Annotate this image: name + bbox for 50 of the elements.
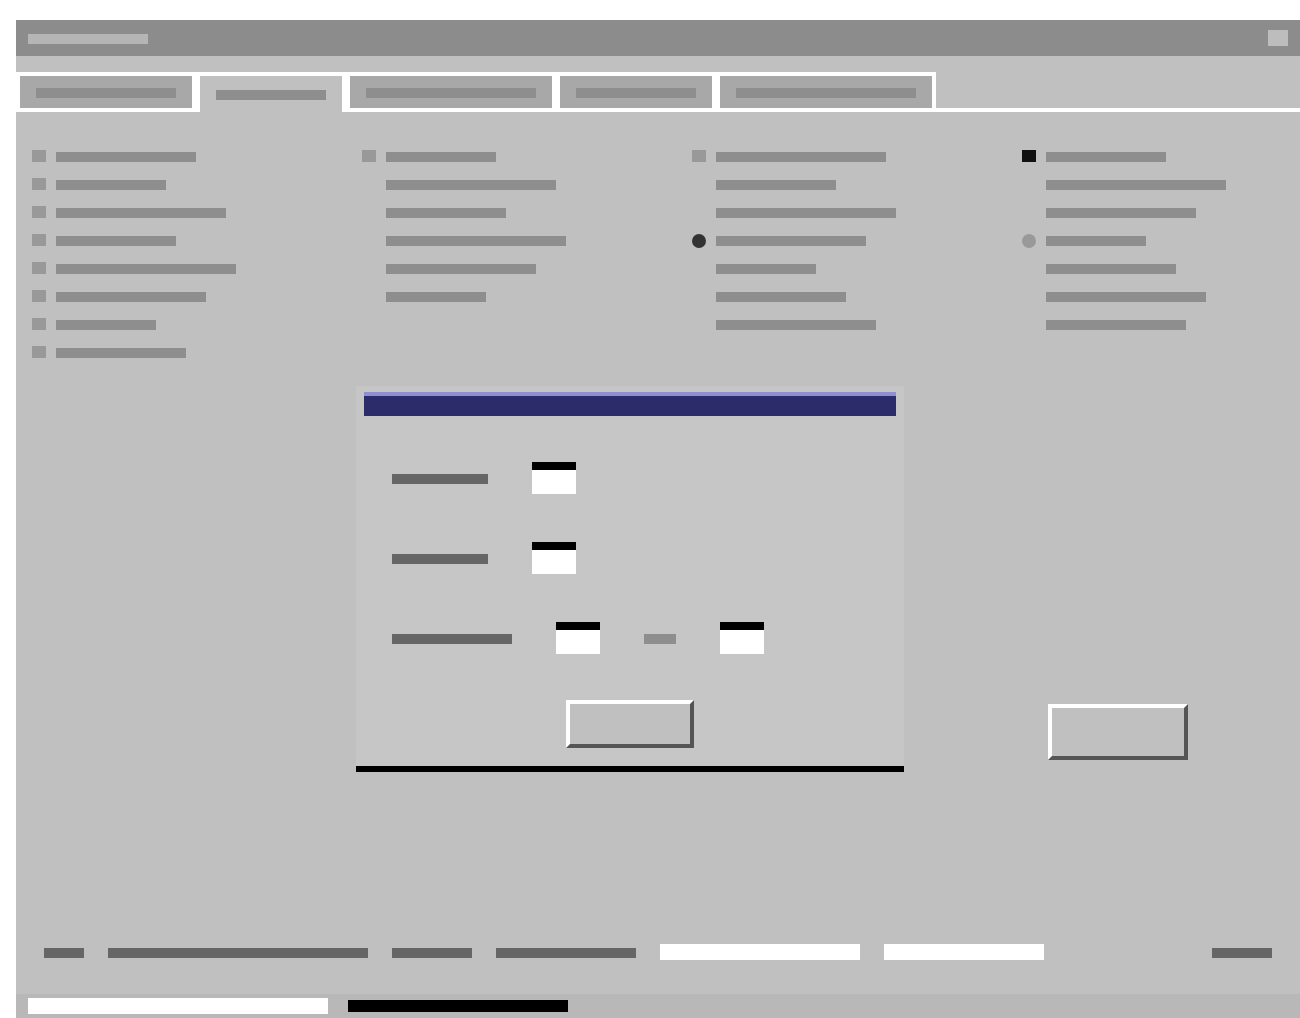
blurred-label: [392, 553, 488, 563]
blurred-label: [386, 291, 486, 301]
checkbox[interactable]: [32, 318, 46, 330]
close-icon[interactable]: [1268, 30, 1288, 46]
checkbox[interactable]: [32, 290, 46, 302]
blurred-label: [56, 319, 156, 329]
checkbox[interactable]: [32, 150, 46, 162]
blurred-label: [716, 179, 836, 189]
checkbox[interactable]: [692, 150, 706, 162]
blurred-label: [716, 263, 816, 273]
input-field[interactable]: [660, 944, 860, 960]
blurred-label: [392, 633, 512, 643]
tab[interactable]: [556, 72, 716, 108]
input-field[interactable]: [720, 622, 764, 654]
checkbox[interactable]: [32, 262, 46, 274]
blurred-label: [56, 151, 196, 161]
radio-button[interactable]: [692, 233, 706, 247]
tab[interactable]: [346, 72, 556, 108]
blurred-label: [392, 473, 488, 483]
checkbox[interactable]: [32, 234, 46, 246]
blurred-label: [44, 947, 84, 957]
tab[interactable]: [716, 72, 936, 108]
blurred-label: [386, 151, 496, 161]
checkbox[interactable]: [32, 178, 46, 190]
checkbox[interactable]: [32, 346, 46, 358]
input-field[interactable]: [884, 944, 1044, 960]
blurred-label: [386, 207, 506, 217]
blurred-label: [56, 179, 166, 189]
blurred-label: [1046, 319, 1186, 329]
input-field[interactable]: [556, 622, 600, 654]
blurred-label: [1212, 947, 1272, 957]
blurred-label: [1046, 151, 1166, 161]
action-button[interactable]: [1048, 704, 1188, 760]
input-field[interactable]: [532, 542, 576, 574]
blurred-label: [1046, 263, 1176, 273]
input-field[interactable]: [532, 462, 576, 494]
blurred-label: [644, 633, 676, 643]
checkbox[interactable]: [32, 206, 46, 218]
tab[interactable]: [196, 72, 346, 112]
checkbox[interactable]: [1022, 150, 1036, 162]
blurred-label: [496, 947, 636, 957]
blurred-label: [392, 947, 472, 957]
blurred-label: [1046, 235, 1146, 245]
blurred-label: [716, 291, 846, 301]
dialog-button[interactable]: [566, 700, 694, 748]
tab[interactable]: [16, 72, 196, 108]
radio-button[interactable]: [1022, 233, 1036, 247]
checkbox[interactable]: [362, 150, 376, 162]
blurred-label: [56, 347, 186, 357]
blurred-label: [56, 235, 176, 245]
